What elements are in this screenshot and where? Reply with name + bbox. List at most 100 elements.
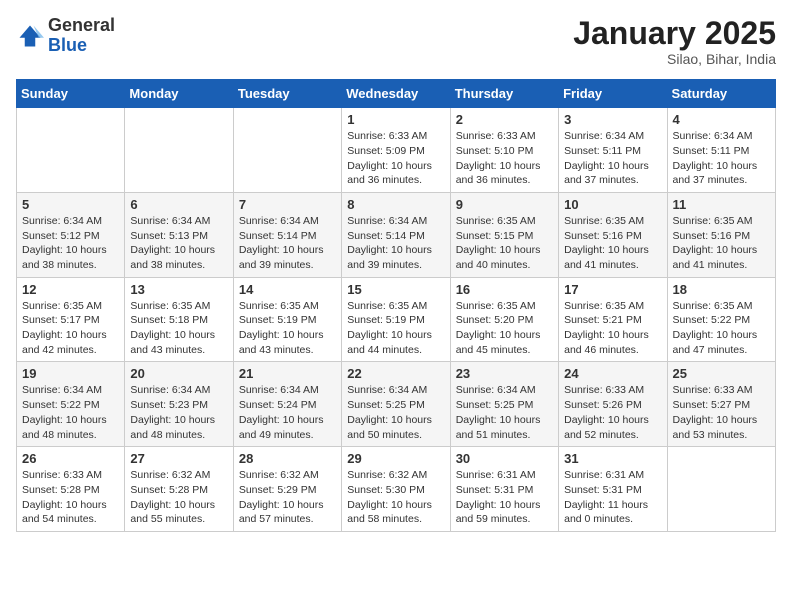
day-info: Sunrise: 6:35 AM Sunset: 5:20 PM Dayligh…	[456, 299, 553, 358]
weekday-header-thursday: Thursday	[450, 80, 558, 108]
day-number: 6	[130, 197, 227, 212]
day-number: 11	[673, 197, 770, 212]
day-number: 1	[347, 112, 444, 127]
logo: General Blue	[16, 16, 115, 56]
day-number: 25	[673, 366, 770, 381]
calendar-week-2: 5 Sunrise: 6:34 AM Sunset: 5:12 PM Daylig…	[17, 192, 776, 277]
day-info: Sunrise: 6:32 AM Sunset: 5:30 PM Dayligh…	[347, 468, 444, 527]
day-info: Sunrise: 6:35 AM Sunset: 5:19 PM Dayligh…	[239, 299, 336, 358]
calendar-cell: 29 Sunrise: 6:32 AM Sunset: 5:30 PM Dayli…	[342, 447, 450, 532]
day-info: Sunrise: 6:35 AM Sunset: 5:21 PM Dayligh…	[564, 299, 661, 358]
day-number: 29	[347, 451, 444, 466]
calendar-cell: 28Sunrise: 6:32 AM Sunset: 5:29 PM Dayli…	[233, 447, 341, 532]
day-info: Sunrise: 6:33 AM Sunset: 5:10 PM Dayligh…	[456, 129, 553, 188]
day-info: Sunrise: 6:34 AM Sunset: 5:11 PM Dayligh…	[673, 129, 770, 188]
day-info: Sunrise: 6:31 AM Sunset: 5:31 PM Dayligh…	[564, 468, 661, 527]
calendar-cell: 24 Sunrise: 6:33 AM Sunset: 5:26 PM Dayli…	[559, 362, 667, 447]
day-number: 23	[456, 366, 553, 381]
day-info: Sunrise: 6:34 AM Sunset: 5:25 PM Dayligh…	[456, 383, 553, 442]
day-number: 22	[347, 366, 444, 381]
calendar-cell	[667, 447, 775, 532]
calendar-cell: 16 Sunrise: 6:35 AM Sunset: 5:20 PM Dayli…	[450, 277, 558, 362]
calendar-cell: 19 Sunrise: 6:34 AM Sunset: 5:22 PM Dayli…	[17, 362, 125, 447]
day-number: 14	[239, 282, 336, 297]
day-number: 10	[564, 197, 661, 212]
day-info: Sunrise: 6:34 AM Sunset: 5:11 PM Dayligh…	[564, 129, 661, 188]
day-info: Sunrise: 6:33 AM Sunset: 5:27 PM Dayligh…	[673, 383, 770, 442]
calendar-cell: 31 Sunrise: 6:31 AM Sunset: 5:31 PM Dayli…	[559, 447, 667, 532]
calendar-title-block: January 2025 Silao, Bihar, India	[573, 16, 776, 67]
day-number: 24	[564, 366, 661, 381]
day-info: Sunrise: 6:35 AM Sunset: 5:18 PM Dayligh…	[130, 299, 227, 358]
day-number: 18	[673, 282, 770, 297]
weekday-header-sunday: Sunday	[17, 80, 125, 108]
day-info: Sunrise: 6:31 AM Sunset: 5:31 PM Dayligh…	[456, 468, 553, 527]
day-info: Sunrise: 6:34 AM Sunset: 5:14 PM Dayligh…	[239, 214, 336, 273]
calendar-cell: 21 Sunrise: 6:34 AM Sunset: 5:24 PM Dayli…	[233, 362, 341, 447]
day-number: 12	[22, 282, 119, 297]
calendar-week-5: 26 Sunrise: 6:33 AM Sunset: 5:28 PM Dayli…	[17, 447, 776, 532]
calendar-week-1: 1 Sunrise: 6:33 AM Sunset: 5:09 PM Daylig…	[17, 108, 776, 193]
calendar-cell: 9 Sunrise: 6:35 AM Sunset: 5:15 PM Daylig…	[450, 192, 558, 277]
day-number: 4	[673, 112, 770, 127]
day-info: Sunrise: 6:34 AM Sunset: 5:22 PM Dayligh…	[22, 383, 119, 442]
day-number: 19	[22, 366, 119, 381]
day-info: Sunrise: 6:33 AM Sunset: 5:09 PM Dayligh…	[347, 129, 444, 188]
calendar-cell: 17 Sunrise: 6:35 AM Sunset: 5:21 PM Dayli…	[559, 277, 667, 362]
calendar-cell: 2 Sunrise: 6:33 AM Sunset: 5:10 PM Daylig…	[450, 108, 558, 193]
calendar-week-3: 12 Sunrise: 6:35 AM Sunset: 5:17 PM Dayli…	[17, 277, 776, 362]
day-number: 7	[239, 197, 336, 212]
calendar-cell	[125, 108, 233, 193]
day-info: Sunrise: 6:34 AM Sunset: 5:12 PM Dayligh…	[22, 214, 119, 273]
weekday-header-tuesday: Tuesday	[233, 80, 341, 108]
calendar-cell	[233, 108, 341, 193]
day-number: 30	[456, 451, 553, 466]
day-number: 13	[130, 282, 227, 297]
day-info: Sunrise: 6:35 AM Sunset: 5:22 PM Dayligh…	[673, 299, 770, 358]
calendar-cell: 13 Sunrise: 6:35 AM Sunset: 5:18 PM Dayli…	[125, 277, 233, 362]
day-info: Sunrise: 6:34 AM Sunset: 5:14 PM Dayligh…	[347, 214, 444, 273]
day-number: 20	[130, 366, 227, 381]
day-number: 28	[239, 451, 336, 466]
calendar-cell	[17, 108, 125, 193]
weekday-header-saturday: Saturday	[667, 80, 775, 108]
calendar-cell: 7 Sunrise: 6:34 AM Sunset: 5:14 PM Daylig…	[233, 192, 341, 277]
day-number: 3	[564, 112, 661, 127]
day-info: Sunrise: 6:34 AM Sunset: 5:13 PM Dayligh…	[130, 214, 227, 273]
day-number: 9	[456, 197, 553, 212]
calendar-cell: 27Sunrise: 6:32 AM Sunset: 5:28 PM Dayli…	[125, 447, 233, 532]
day-number: 31	[564, 451, 661, 466]
calendar-cell: 22Sunrise: 6:34 AM Sunset: 5:25 PM Dayli…	[342, 362, 450, 447]
day-info: Sunrise: 6:33 AM Sunset: 5:28 PM Dayligh…	[22, 468, 119, 527]
day-info: Sunrise: 6:34 AM Sunset: 5:24 PM Dayligh…	[239, 383, 336, 442]
calendar-cell: 26 Sunrise: 6:33 AM Sunset: 5:28 PM Dayli…	[17, 447, 125, 532]
day-number: 17	[564, 282, 661, 297]
day-info: Sunrise: 6:34 AM Sunset: 5:23 PM Dayligh…	[130, 383, 227, 442]
day-info: Sunrise: 6:33 AM Sunset: 5:26 PM Dayligh…	[564, 383, 661, 442]
logo-icon	[16, 22, 44, 50]
day-number: 16	[456, 282, 553, 297]
calendar-subtitle: Silao, Bihar, India	[573, 51, 776, 67]
calendar-cell: 11 Sunrise: 6:35 AM Sunset: 5:16 PM Dayli…	[667, 192, 775, 277]
calendar-cell: 12 Sunrise: 6:35 AM Sunset: 5:17 PM Dayli…	[17, 277, 125, 362]
day-info: Sunrise: 6:35 AM Sunset: 5:15 PM Dayligh…	[456, 214, 553, 273]
logo-blue-text: Blue	[48, 35, 87, 55]
calendar-cell: 15Sunrise: 6:35 AM Sunset: 5:19 PM Dayli…	[342, 277, 450, 362]
day-number: 8	[347, 197, 444, 212]
day-info: Sunrise: 6:35 AM Sunset: 5:16 PM Dayligh…	[564, 214, 661, 273]
day-info: Sunrise: 6:32 AM Sunset: 5:28 PM Dayligh…	[130, 468, 227, 527]
day-info: Sunrise: 6:35 AM Sunset: 5:17 PM Dayligh…	[22, 299, 119, 358]
calendar-cell: 30 Sunrise: 6:31 AM Sunset: 5:31 PM Dayli…	[450, 447, 558, 532]
day-info: Sunrise: 6:35 AM Sunset: 5:16 PM Dayligh…	[673, 214, 770, 273]
day-number: 5	[22, 197, 119, 212]
weekday-header-row: SundayMondayTuesdayWednesdayThursdayFrid…	[17, 80, 776, 108]
calendar-cell: 5 Sunrise: 6:34 AM Sunset: 5:12 PM Daylig…	[17, 192, 125, 277]
day-number: 26	[22, 451, 119, 466]
day-number: 21	[239, 366, 336, 381]
calendar-table: SundayMondayTuesdayWednesdayThursdayFrid…	[16, 79, 776, 532]
day-number: 2	[456, 112, 553, 127]
calendar-cell: 25 Sunrise: 6:33 AM Sunset: 5:27 PM Dayli…	[667, 362, 775, 447]
day-info: Sunrise: 6:35 AM Sunset: 5:19 PM Dayligh…	[347, 299, 444, 358]
calendar-cell: 8 Sunrise: 6:34 AM Sunset: 5:14 PM Daylig…	[342, 192, 450, 277]
weekday-header-friday: Friday	[559, 80, 667, 108]
